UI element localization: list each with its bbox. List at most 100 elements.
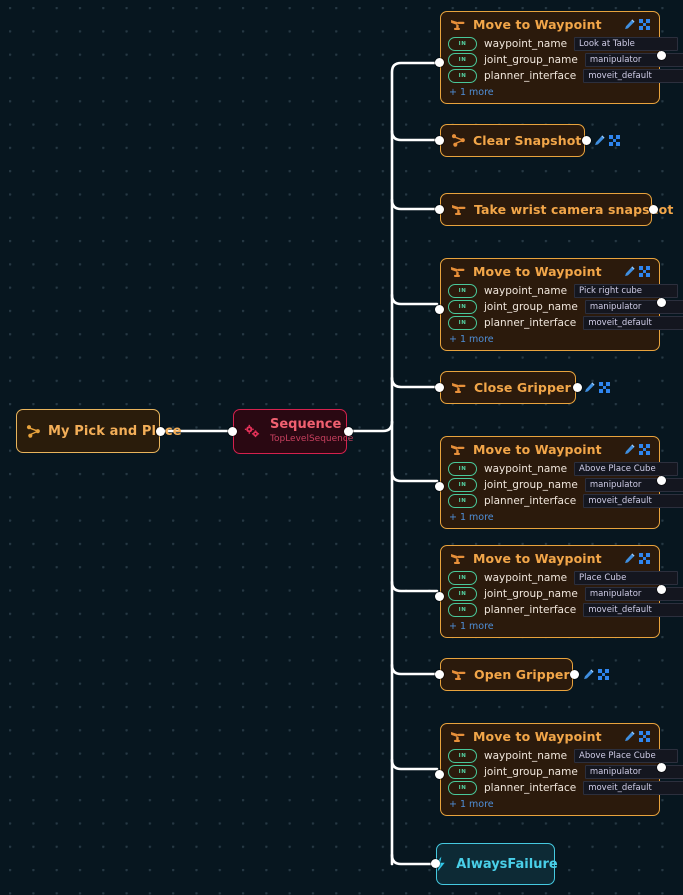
root-node-my-pick-and-place[interactable]: My Pick and Place — [16, 409, 182, 453]
node-input-port[interactable] — [435, 482, 444, 491]
node-input-port[interactable] — [435, 670, 444, 679]
node-ports: IN waypoint_name Place Cube IN joint_gro… — [441, 570, 683, 617]
node-output-port[interactable] — [573, 383, 582, 392]
node-ports: IN waypoint_name Look at Table IN joint_… — [441, 36, 683, 83]
port-name: joint_group_name — [484, 765, 578, 778]
pencil-edit-icon[interactable] — [584, 382, 595, 393]
port-value-field[interactable]: manipulator — [584, 477, 683, 492]
port-direction-badge: IN — [448, 283, 477, 298]
pencil-edit-icon[interactable] — [624, 266, 635, 277]
node-ports: IN waypoint_name Above Place Cube IN joi… — [441, 748, 683, 795]
port-value-field[interactable]: manipulator — [584, 764, 683, 779]
port-row[interactable]: IN waypoint_name Above Place Cube — [448, 461, 679, 476]
port-value-field[interactable]: Above Place Cube — [574, 748, 679, 763]
node-output-port[interactable] — [649, 205, 658, 214]
port-row[interactable]: IN waypoint_name Place Cube — [448, 570, 679, 585]
show-more-ports-link[interactable]: + 1 more — [441, 618, 659, 636]
edge-branch-5 — [390, 376, 439, 389]
port-row[interactable]: IN joint_group_name manipulator — [448, 299, 683, 314]
node-move-to-waypoint-place-cube[interactable]: Move to Waypoint IN waypoint_name Place … — [440, 545, 683, 638]
sequence-output-port[interactable] — [344, 427, 353, 436]
port-row[interactable]: IN planner_interface moveit_default — [448, 780, 683, 795]
expand-fullscreen-icon[interactable] — [639, 731, 650, 742]
node-move-to-waypoint-pick-right-cube[interactable]: Move to Waypoint IN waypoint_name Pick r… — [440, 258, 683, 351]
node-input-port[interactable] — [435, 205, 444, 214]
edge-branch-9 — [390, 758, 439, 771]
port-row[interactable]: IN waypoint_name Look at Table — [448, 36, 679, 51]
port-value-field[interactable]: manipulator — [584, 586, 683, 601]
port-row[interactable]: IN planner_interface moveit_default — [448, 68, 683, 83]
pencil-edit-icon[interactable] — [624, 444, 635, 455]
sequence-input-port[interactable] — [228, 427, 237, 436]
expand-fullscreen-icon[interactable] — [639, 444, 650, 455]
port-row[interactable]: IN waypoint_name Pick right cube — [448, 283, 679, 298]
pencil-edit-icon[interactable] — [624, 731, 635, 742]
node-clear-snapshot[interactable]: Clear Snapshot — [440, 124, 621, 157]
port-value-field[interactable]: moveit_default — [583, 493, 683, 508]
pencil-edit-icon[interactable] — [583, 669, 594, 680]
sequence-node[interactable]: Sequence TopLevelSequence — [233, 409, 353, 454]
port-row[interactable]: IN waypoint_name Above Place Cube — [448, 748, 679, 763]
expand-fullscreen-icon[interactable] — [639, 19, 650, 30]
pencil-edit-icon[interactable] — [624, 553, 635, 564]
graph-canvas[interactable]: My Pick and Place Sequence TopLevelSeque… — [0, 0, 683, 895]
node-output-port[interactable] — [582, 136, 591, 145]
edge-branch-4 — [390, 293, 439, 306]
show-more-ports-link[interactable]: + 1 more — [441, 84, 659, 102]
show-more-ports-link[interactable]: + 1 more — [441, 509, 659, 527]
expand-fullscreen-icon[interactable] — [609, 135, 621, 146]
node-output-port[interactable] — [657, 585, 666, 594]
port-row[interactable]: IN joint_group_name manipulator — [448, 52, 683, 67]
port-row[interactable]: IN planner_interface moveit_default — [448, 493, 683, 508]
expand-fullscreen-icon[interactable] — [639, 553, 650, 564]
node-move-to-waypoint-look-at-table[interactable]: Move to Waypoint IN waypoint_name Look a… — [440, 11, 683, 104]
node-output-port[interactable] — [570, 670, 579, 679]
pencil-edit-icon[interactable] — [624, 19, 635, 30]
port-value-field[interactable]: moveit_default — [583, 780, 683, 795]
port-row[interactable]: IN planner_interface moveit_default — [448, 315, 683, 330]
node-move-to-waypoint-above-place-cube-1[interactable]: Move to Waypoint IN waypoint_name Above … — [440, 436, 683, 529]
node-close-gripper[interactable]: Close Gripper — [440, 371, 610, 404]
node-input-port[interactable] — [431, 859, 440, 868]
root-output-port[interactable] — [156, 427, 165, 436]
port-value-field[interactable]: Look at Table — [574, 36, 679, 51]
port-row[interactable]: IN planner_interface moveit_default — [448, 602, 683, 617]
show-more-ports-link[interactable]: + 1 more — [441, 796, 659, 814]
pencil-edit-icon[interactable] — [594, 135, 606, 146]
node-header: Take wrist camera snapshot — [441, 194, 683, 225]
expand-fullscreen-icon[interactable] — [597, 669, 609, 680]
node-input-port[interactable] — [435, 136, 444, 145]
node-always-failure[interactable]: AlwaysFailure — [435, 843, 558, 885]
expand-fullscreen-icon[interactable] — [598, 382, 610, 393]
sequence-node-text: Sequence TopLevelSequence — [270, 417, 353, 444]
port-row[interactable]: IN joint_group_name manipulator — [448, 477, 683, 492]
port-value-field[interactable]: Pick right cube — [574, 283, 679, 298]
node-output-port[interactable] — [657, 763, 666, 772]
port-row[interactable]: IN joint_group_name manipulator — [448, 764, 683, 779]
node-input-port[interactable] — [435, 58, 444, 67]
port-value-field[interactable]: moveit_default — [583, 68, 683, 83]
node-move-to-waypoint-above-place-cube-2[interactable]: Move to Waypoint IN waypoint_name Above … — [440, 723, 683, 816]
port-value-field[interactable]: moveit_default — [583, 602, 683, 617]
node-open-gripper[interactable]: Open Gripper — [440, 658, 609, 691]
node-header: Open Gripper — [441, 659, 619, 690]
node-input-port[interactable] — [435, 383, 444, 392]
robot-arm-icon — [450, 729, 466, 744]
port-value-field[interactable]: moveit_default — [583, 315, 683, 330]
port-value-field[interactable]: Place Cube — [574, 570, 679, 585]
port-value-field[interactable]: manipulator — [584, 299, 683, 314]
expand-fullscreen-icon[interactable] — [639, 266, 650, 277]
show-more-ports-link[interactable]: + 1 more — [441, 331, 659, 349]
port-row[interactable]: IN joint_group_name manipulator — [448, 586, 683, 601]
node-input-port[interactable] — [435, 770, 444, 779]
node-input-port[interactable] — [435, 592, 444, 601]
port-value-field[interactable]: Above Place Cube — [574, 461, 679, 476]
node-output-port[interactable] — [657, 51, 666, 60]
node-take-wrist-camera-snapshot[interactable]: Take wrist camera snapshot — [440, 193, 673, 226]
port-value-field[interactable]: manipulator — [584, 52, 683, 67]
node-input-port[interactable] — [435, 305, 444, 314]
robot-arm-icon — [450, 442, 466, 457]
port-name: planner_interface — [484, 316, 577, 329]
node-output-port[interactable] — [657, 298, 666, 307]
node-output-port[interactable] — [657, 476, 666, 485]
